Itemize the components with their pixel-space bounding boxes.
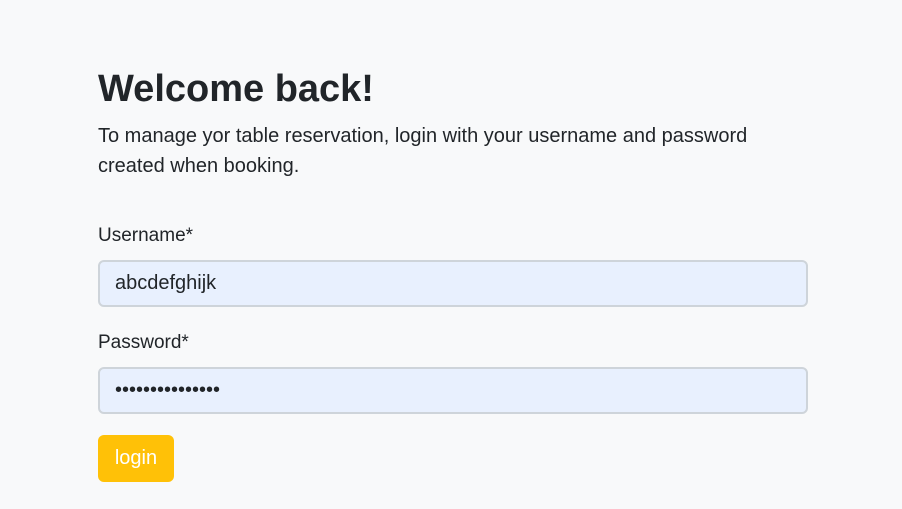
page-subtitle: To manage yor table reservation, login w… — [98, 125, 748, 177]
username-label: Username* — [98, 225, 194, 246]
login-button[interactable]: login — [98, 435, 174, 482]
password-label: Password* — [98, 332, 189, 353]
page-title: Welcome back! — [98, 68, 374, 110]
password-field[interactable] — [98, 367, 808, 414]
username-field[interactable] — [98, 260, 808, 307]
